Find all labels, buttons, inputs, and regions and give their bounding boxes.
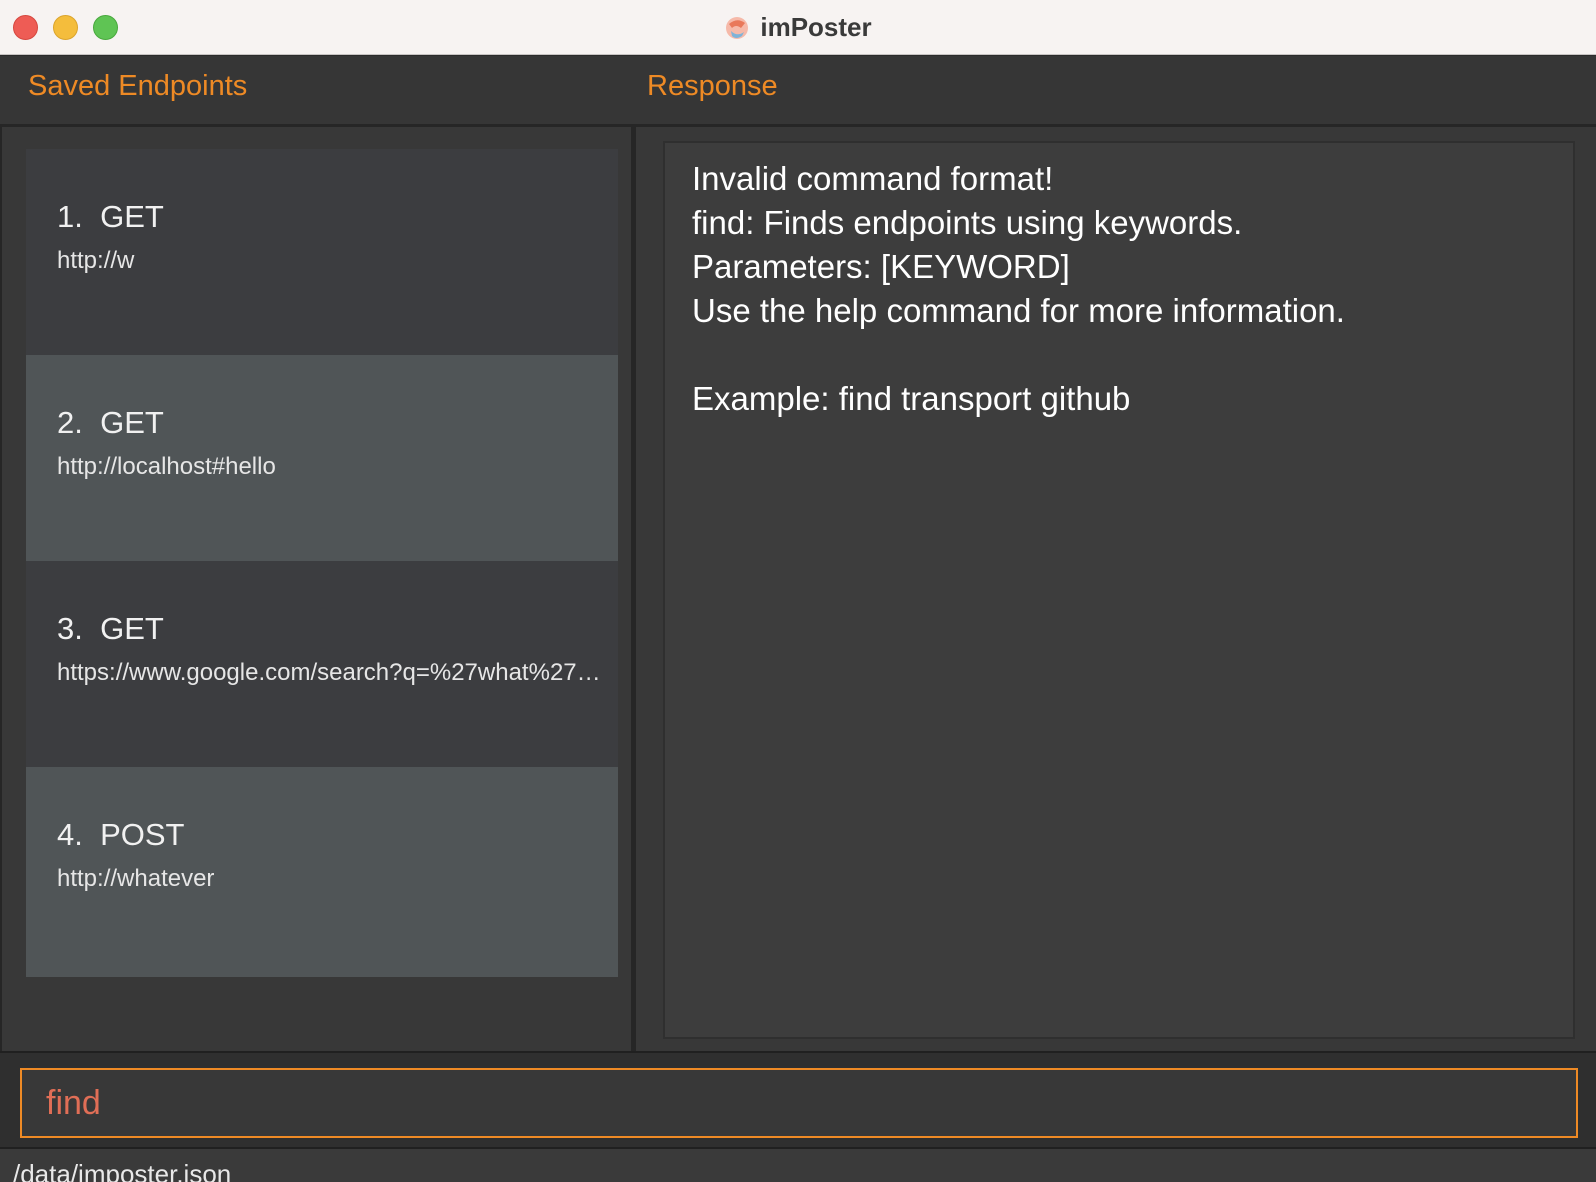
response-line: find: Finds endpoints using keywords. (692, 204, 1243, 241)
endpoint-header: 4. POST (57, 817, 618, 853)
endpoint-url: http://localhost#hello (57, 453, 276, 480)
endpoint-header: 3. GET (57, 611, 618, 647)
command-area (0, 1051, 1596, 1149)
response-panel: Invalid command format! find: Finds endp… (636, 127, 1596, 1051)
window-title-group: imPoster (0, 0, 1596, 55)
response-box[interactable]: Invalid command format! find: Finds endp… (663, 141, 1575, 1039)
response-line: Parameters: [KEYWORD] (692, 248, 1070, 285)
endpoint-method: GET (100, 199, 164, 234)
response-title: Response (647, 70, 778, 102)
endpoint-index: 3. (57, 611, 83, 646)
endpoint-header: 2. GET (57, 405, 618, 441)
response-line (692, 333, 1546, 377)
endpoint-method: GET (100, 405, 164, 440)
window-title: imPoster (760, 12, 872, 42)
imposter-logo-icon (726, 16, 749, 39)
panel-header-bar: Saved Endpoints Response (0, 56, 1596, 127)
endpoint-card[interactable]: 1. GET http://w (26, 149, 618, 359)
endpoint-method: GET (100, 611, 164, 646)
endpoint-url: https://www.google.com/search?q=%27what%… (57, 659, 605, 686)
response-line: Example: find transport github (692, 380, 1131, 417)
status-bar: /data/imposter.json (0, 1149, 1596, 1182)
endpoint-card[interactable]: 2. GET http://localhost#hello (26, 355, 618, 565)
endpoint-header: 1. GET (57, 199, 618, 235)
endpoint-list[interactable]: 1. GET http://w 2. GET http://localhost#… (0, 127, 636, 1051)
response-line: Use the help command for more informatio… (692, 292, 1345, 329)
status-file-path: /data/imposter.json (13, 1159, 232, 1182)
endpoint-index: 1. (57, 199, 83, 234)
endpoint-url: http://w (57, 247, 135, 274)
endpoint-index: 2. (57, 405, 83, 440)
saved-endpoints-title: Saved Endpoints (28, 70, 248, 102)
response-line: Invalid command format! (692, 160, 1054, 197)
endpoint-index: 4. (57, 817, 83, 852)
command-input[interactable] (20, 1068, 1578, 1138)
endpoint-card[interactable]: 4. POST http://whatever (26, 767, 618, 977)
endpoint-card[interactable]: 3. GET https://www.google.com/search?q=%… (26, 561, 618, 771)
window-titlebar: imPoster (0, 0, 1596, 55)
endpoint-url: http://whatever (57, 865, 215, 892)
endpoint-method: POST (100, 817, 185, 852)
